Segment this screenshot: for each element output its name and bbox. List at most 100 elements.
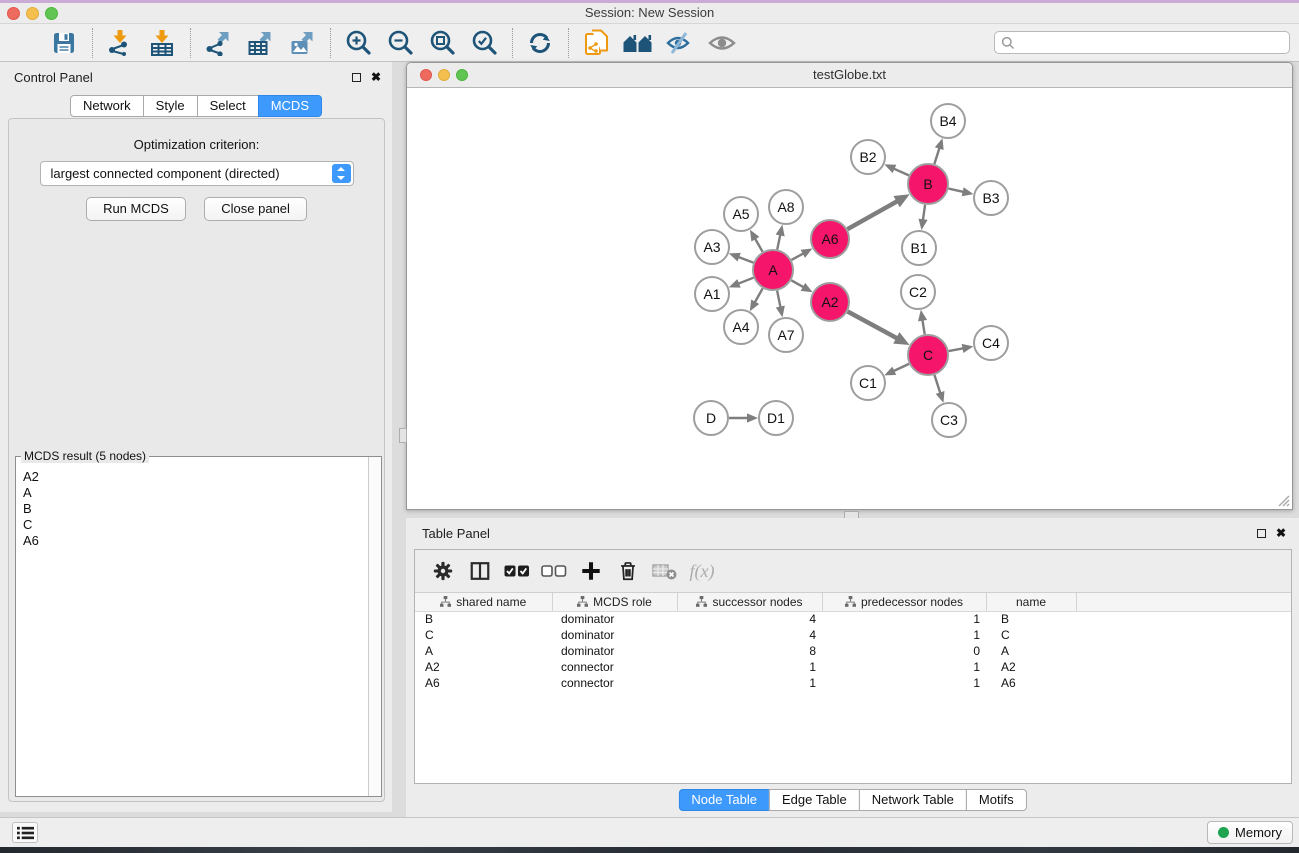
export-network-button[interactable] [201,27,235,59]
mcds-result-item[interactable]: A2 [23,469,381,485]
table-cell[interactable]: A [986,643,1076,659]
zoom-out-button[interactable] [383,27,417,59]
table-cell[interactable]: 8 [677,643,822,659]
graph-edge[interactable] [923,205,925,221]
zoom-fit-button[interactable] [425,27,459,59]
table-cell[interactable]: connector [552,659,677,675]
table-row[interactable]: Cdominator41C [415,627,1291,643]
save-session-button[interactable] [47,27,81,59]
table-cell[interactable]: 1 [822,611,986,627]
select-all-button[interactable] [502,556,532,586]
minimize-network-window-button[interactable] [438,69,450,81]
resize-grip-icon[interactable] [1277,494,1290,507]
table-cell[interactable]: 1 [822,659,986,675]
network-graph[interactable]: AA1A2A3A4A5A6A7A8BB1B2B3B4CC1C2C3C4DD1 [407,88,1292,509]
tab-node-table[interactable]: Node Table [678,789,770,811]
open-session-button[interactable] [5,27,39,59]
table-row[interactable]: A2connector11A2 [415,659,1291,675]
table-cell[interactable]: dominator [552,643,677,659]
deselect-all-button[interactable] [539,556,569,586]
column-header-predecessor-nodes[interactable]: predecessor nodes [822,593,986,611]
tab-mcds[interactable]: MCDS [258,95,322,117]
table-row[interactable]: Bdominator41B [415,611,1291,627]
table-cell[interactable]: A2 [986,659,1076,675]
mcds-result-item[interactable]: A6 [23,533,381,549]
table-row[interactable]: A6connector11A6 [415,675,1291,691]
mcds-result-item[interactable]: A [23,485,381,501]
import-table-file-button[interactable] [145,27,179,59]
graph-edge[interactable] [949,348,964,351]
table-row[interactable]: Adominator80A [415,643,1291,659]
new-network-from-selection-button[interactable] [579,27,613,59]
graph-edge[interactable] [893,364,909,371]
zoom-window-button[interactable] [45,7,58,20]
table-cell[interactable]: 0 [822,643,986,659]
zoom-in-button[interactable] [341,27,375,59]
network-window-titlebar[interactable]: testGlobe.txt [407,63,1292,88]
table-options-button[interactable] [428,556,458,586]
table-cell[interactable]: 1 [677,659,822,675]
table-cell[interactable]: A2 [415,659,552,675]
create-column-button[interactable] [576,556,606,586]
table-cell[interactable]: A [415,643,552,659]
close-panel-icon[interactable]: ✖ [371,70,381,84]
graph-edge[interactable] [777,234,780,250]
graph-edge[interactable] [791,280,804,287]
table-cell[interactable]: B [415,611,552,627]
column-header-shared-name[interactable]: shared name [415,593,552,611]
float-panel-icon[interactable] [352,73,361,82]
import-network-file-button[interactable] [103,27,137,59]
column-header-mcds-role[interactable]: MCDS role [552,593,677,611]
function-builder-button[interactable]: f(x) [687,556,717,586]
panel-divider-handle[interactable] [399,428,407,443]
table-cell[interactable]: B [986,611,1076,627]
column-header-name[interactable]: name [986,593,1076,611]
float-panel-icon[interactable] [1257,529,1266,538]
table-cell[interactable]: 4 [677,627,822,643]
table-cell[interactable]: 1 [822,675,986,691]
table-cell[interactable]: 1 [822,627,986,643]
close-panel-button[interactable]: Close panel [204,197,307,221]
close-window-button[interactable] [7,7,20,20]
search-field[interactable] [994,31,1290,54]
close-network-window-button[interactable] [420,69,432,81]
table-cell[interactable]: 1 [677,675,822,691]
graph-edge[interactable] [848,312,898,339]
tab-edge-table[interactable]: Edge Table [769,789,860,811]
show-columns-button[interactable] [465,556,495,586]
graph-edge[interactable] [934,147,939,164]
graph-edge[interactable] [777,291,780,308]
tab-network-table[interactable]: Network Table [859,789,967,811]
tab-network[interactable]: Network [70,95,144,117]
delete-table-button[interactable] [650,556,680,586]
graph-edge[interactable] [738,257,754,263]
column-header-successor-nodes[interactable]: successor nodes [677,593,822,611]
search-input[interactable] [1015,36,1283,50]
export-table-button[interactable] [243,27,277,59]
graph-edge[interactable] [922,319,924,334]
first-neighbors-button[interactable] [621,27,655,59]
criterion-dropdown[interactable]: largest connected component (directed) [40,161,354,186]
graph-edge[interactable] [893,168,909,175]
graph-edge[interactable] [948,189,964,192]
zoom-network-window-button[interactable] [456,69,468,81]
tab-select[interactable]: Select [197,95,259,117]
birds-eye-view-toggle-button[interactable] [705,27,739,59]
table-cell[interactable]: 4 [677,611,822,627]
mcds-result-item[interactable]: C [23,517,381,533]
table-cell[interactable]: connector [552,675,677,691]
graph-edge[interactable] [754,288,762,303]
graph-edge[interactable] [738,278,754,284]
graph-edge[interactable] [934,375,940,394]
graphics-details-toggle-button[interactable] [663,27,697,59]
graph-edge[interactable] [847,201,897,229]
table-cell[interactable]: C [986,627,1076,643]
zoom-selected-button[interactable] [467,27,501,59]
run-mcds-button[interactable]: Run MCDS [86,197,186,221]
graph-edge[interactable] [791,253,804,260]
table-cell[interactable]: dominator [552,611,677,627]
memory-button[interactable]: Memory [1207,821,1293,844]
delete-columns-button[interactable] [613,556,643,586]
result-list-scrollbar[interactable] [368,457,381,796]
export-image-button[interactable] [285,27,319,59]
